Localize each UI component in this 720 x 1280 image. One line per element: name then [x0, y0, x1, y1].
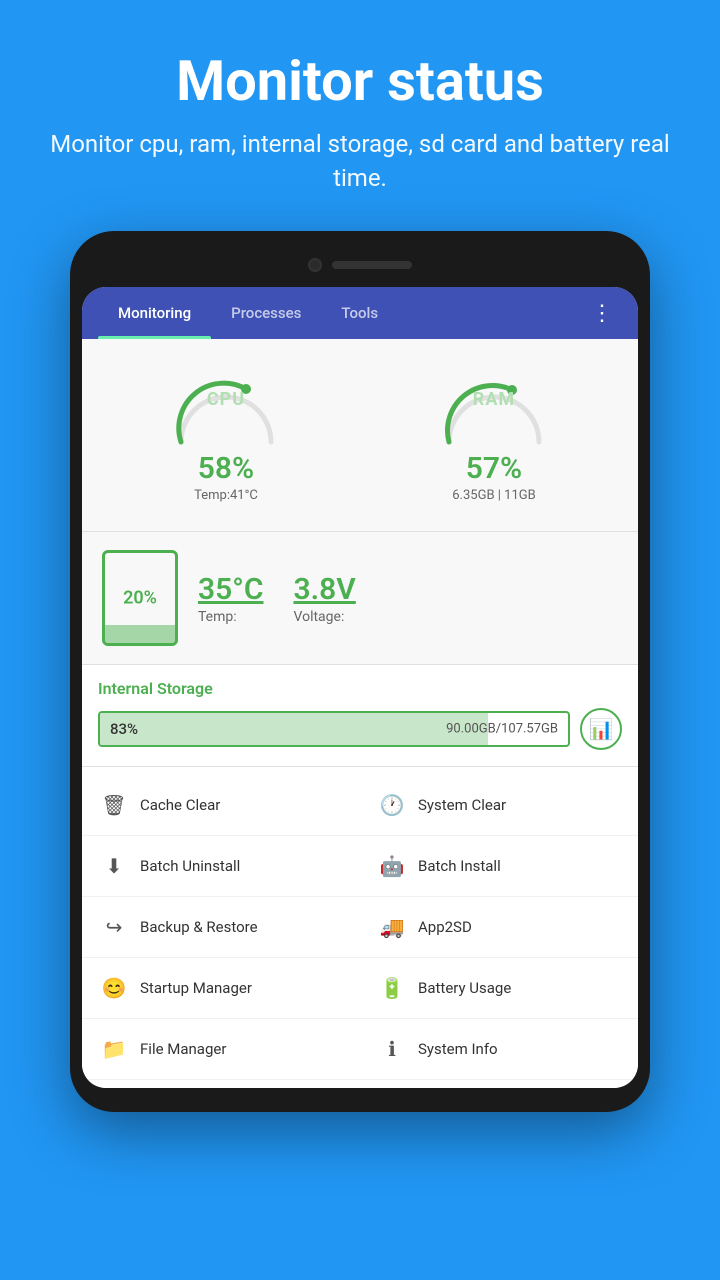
system-info-icon: ℹ	[378, 1035, 406, 1063]
file-manager-icon: 📁	[100, 1035, 128, 1063]
system-info-label: System Info	[418, 1040, 498, 1058]
storage-bar-container: 83% 90.00GB/107.57GB	[98, 711, 570, 747]
tab-monitoring[interactable]: Monitoring	[98, 287, 211, 339]
batch-install-label: Batch Install	[418, 857, 501, 875]
batch-uninstall-label: Batch Uninstall	[140, 857, 240, 875]
storage-percent-text: 83%	[110, 720, 138, 738]
page-subtitle: Monitor cpu, ram, internal storage, sd c…	[40, 128, 680, 195]
phone-speaker	[332, 261, 412, 269]
storage-section: Internal Storage 83% 90.00GB/107.57GB 📊	[82, 665, 638, 767]
system-clear-label: System Clear	[418, 796, 506, 814]
batch-install-icon: 🤖	[378, 852, 406, 880]
battery-usage-icon: 🔋	[378, 974, 406, 1002]
cpu-gauge-label: CPU	[166, 389, 286, 410]
system-clear-icon: 🕐	[378, 791, 406, 819]
backup-restore-icon: ↪	[100, 913, 128, 941]
battery-stats: 35°C Temp: 3.8V Voltage:	[198, 572, 356, 625]
file-manager-label: File Manager	[140, 1040, 226, 1058]
battery-fill	[105, 625, 175, 643]
battery-temp-label: Temp:	[198, 609, 237, 625]
battery-temp-value: 35°C	[198, 572, 263, 607]
app-bar-tabs: Monitoring Processes Tools	[98, 287, 583, 339]
tool-item-app2sd[interactable]: 🚚 App2SD	[360, 897, 638, 958]
tool-item-startup-manager[interactable]: 😊 Startup Manager	[82, 958, 360, 1019]
cache-clear-icon: 🗑	[100, 791, 128, 819]
tab-processes[interactable]: Processes	[211, 287, 321, 339]
app2sd-icon: 🚚	[378, 913, 406, 941]
ram-gauge-label: RAM	[434, 389, 554, 410]
cpu-temp: Temp:41°C	[194, 488, 258, 503]
phone-camera	[308, 258, 322, 272]
tool-item-file-manager[interactable]: 📁 File Manager	[82, 1019, 360, 1080]
cache-clear-label: Cache Clear	[140, 796, 220, 814]
ram-gauge-card: RAM 57% 6.35GB | 11GB	[366, 355, 622, 515]
phone-notch-area	[82, 249, 638, 281]
storage-chart-button[interactable]: 📊	[580, 708, 622, 750]
tool-item-battery-usage[interactable]: 🔋 Battery Usage	[360, 958, 638, 1019]
tool-item-system-clear[interactable]: 🕐 System Clear	[360, 775, 638, 836]
ram-sub: 6.35GB | 11GB	[452, 488, 536, 503]
page-title: Monitor status	[40, 48, 680, 114]
startup-manager-icon: 😊	[100, 974, 128, 1002]
battery-percent-text: 20%	[123, 588, 157, 609]
battery-icon: 20%	[102, 550, 178, 646]
tool-item-system-info[interactable]: ℹ System Info	[360, 1019, 638, 1080]
cpu-gauge-container: CPU	[166, 367, 286, 447]
storage-size-text: 90.00GB/107.57GB	[446, 722, 558, 737]
phone-screen: Monitoring Processes Tools ⋮	[82, 287, 638, 1088]
tab-tools[interactable]: Tools	[321, 287, 398, 339]
battery-voltage-stat: 3.8V Voltage:	[293, 572, 355, 625]
storage-bar-wrapper: 83% 90.00GB/107.57GB 📊	[98, 708, 622, 750]
cpu-gauge-card: CPU 58% Temp:41°C	[98, 355, 354, 515]
phone-frame: Monitoring Processes Tools ⋮	[70, 231, 650, 1112]
tool-item-batch-install[interactable]: 🤖 Batch Install	[360, 836, 638, 897]
header-section: Monitor status Monitor cpu, ram, interna…	[0, 0, 720, 231]
batch-uninstall-icon: ⬇	[100, 852, 128, 880]
battery-voltage-label: Voltage:	[293, 609, 344, 625]
battery-voltage-value: 3.8V	[293, 572, 355, 607]
tool-item-backup-restore[interactable]: ↪ Backup & Restore	[82, 897, 360, 958]
storage-title: Internal Storage	[98, 679, 622, 698]
tools-grid: 🗑 Cache Clear 🕐 System Clear ⬇ Batch Uninstal…	[82, 775, 638, 1080]
tool-item-batch-uninstall[interactable]: ⬇ Batch Uninstall	[82, 836, 360, 897]
tools-section: 🗑 Cache Clear 🕐 System Clear ⬇ Batch Uninstal…	[82, 767, 638, 1088]
startup-manager-label: Startup Manager	[140, 979, 252, 997]
phone-wrapper: Monitoring Processes Tools ⋮	[0, 231, 720, 1142]
tool-item-cache-clear[interactable]: 🗑 Cache Clear	[82, 775, 360, 836]
battery-cap	[122, 550, 158, 551]
app2sd-label: App2SD	[418, 918, 472, 936]
battery-section: 20% 35°C Temp: 3.8V Voltage:	[82, 532, 638, 665]
backup-restore-label: Backup & Restore	[140, 918, 258, 936]
battery-body: 20%	[102, 550, 178, 646]
battery-temp-stat: 35°C Temp:	[198, 572, 263, 625]
chart-icon: 📊	[589, 717, 614, 741]
storage-bar-fill	[100, 713, 488, 745]
app-bar: Monitoring Processes Tools ⋮	[82, 287, 638, 339]
gauges-section: CPU 58% Temp:41°C RAM	[82, 339, 638, 532]
ram-gauge-container: RAM	[434, 367, 554, 447]
more-menu-button[interactable]: ⋮	[583, 293, 622, 334]
battery-usage-label: Battery Usage	[418, 979, 511, 997]
